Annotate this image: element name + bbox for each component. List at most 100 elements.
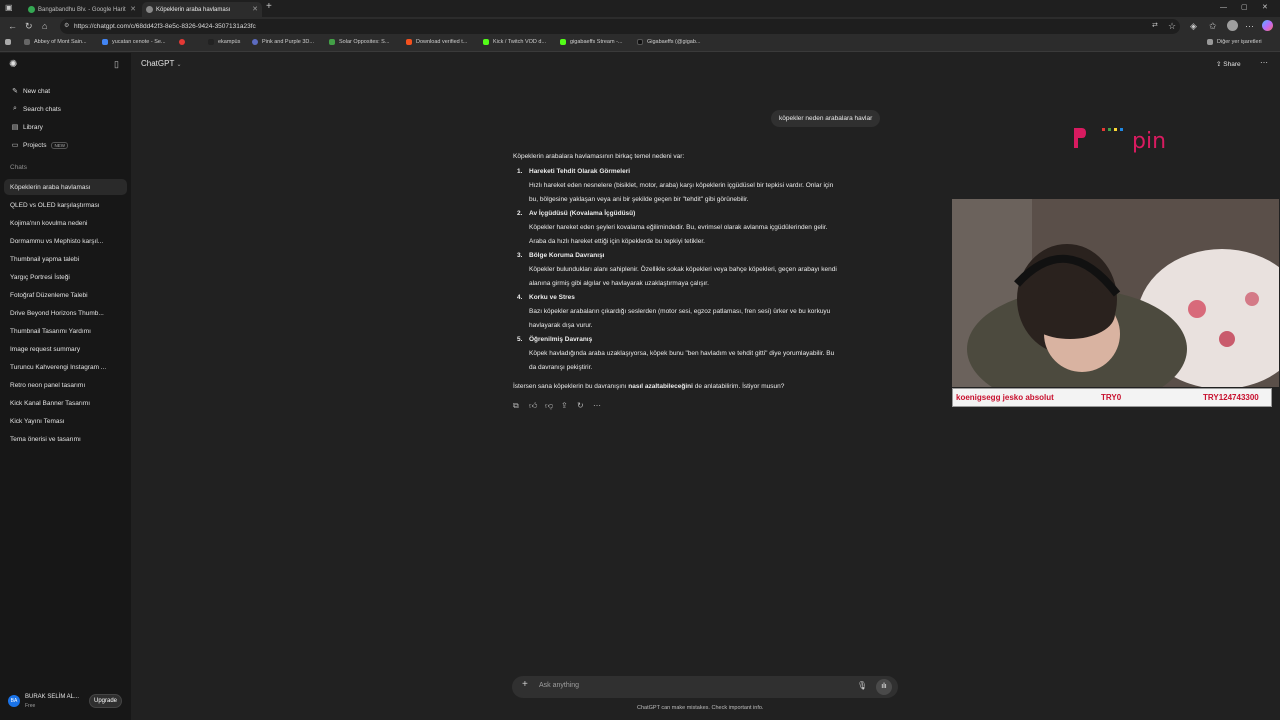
bookmark-item[interactable]: ekampüs [208,39,240,45]
favorites-icon[interactable]: ✩ [1209,20,1217,32]
user-avatar[interactable]: BA [8,695,20,707]
address-bar-row: ← ↻ ⌂ ⚙ https://chatgpt.com/c/68dd42f3-8… [0,17,1280,36]
list-number: 4. [517,294,523,301]
openai-logo-icon[interactable]: ✺ [9,59,17,70]
share-button[interactable]: ⇪ Share [1216,60,1241,68]
bookmark-red-icon[interactable] [179,39,189,45]
copy-icon[interactable]: ⧉ [513,401,519,411]
toggle-sidebar-icon[interactable]: ▯ [114,59,119,70]
point-title: Bölge Koruma Davranışı [529,252,605,259]
regenerate-icon[interactable]: ↻ [577,401,584,410]
library-label: Library [23,123,43,131]
user-message-bubble: köpekler neden arabalara havlar [771,110,881,127]
url-text: https://chatgpt.com/c/68dd42f3-8e5c-8326… [74,23,256,30]
ticker-item-total: TRY124743300 [1203,393,1259,402]
chat-history-item[interactable]: Retro neon panel tasarımı [4,377,127,393]
maximize-icon[interactable]: ▢ [1241,2,1248,14]
chat-history-item[interactable]: Thumbnail Tasarımı Yardımı [4,323,127,339]
disclaimer: ChatGPT can make mistakes. Check importa… [637,705,764,711]
home-icon[interactable]: ⌂ [42,20,47,32]
chat-history-item[interactable]: Fotoğraf Düzenleme Talebi [4,287,127,303]
bookmark-item[interactable]: gigabaeffs Stream -... [560,39,622,45]
chat-history-item[interactable]: Image request summary [4,341,127,357]
other-bookmarks[interactable]: Diğer yer işaretleri [1207,39,1262,45]
bookmarks-folder-icon[interactable] [5,39,15,45]
chat-history-item[interactable]: Kojima'nın kovulma nedeni [4,215,127,231]
share-response-icon[interactable]: ⇪ [561,401,568,410]
logo-text: pin [1132,129,1166,154]
thumbs-down-icon[interactable]: 👎︎ [545,401,553,411]
new-chat-label: New chat [23,87,51,95]
more-options-icon[interactable]: ⋯ [1260,58,1268,67]
tab-title: Köpeklerin araba havlaması [156,6,231,13]
chat-history-item[interactable]: Kick Kanal Banner Tasarımı [4,395,127,411]
search-chats-button[interactable]: ⌕ Search chats [4,101,127,117]
point-text: da davranışı pekiştirir. [529,364,593,371]
chat-history-item[interactable]: Dormammu vs Mephisto karşıl... [4,233,127,249]
close-icon[interactable]: ✕ [130,5,136,13]
close-icon[interactable]: ✕ [252,5,258,13]
library-button[interactable]: ▤ Library [4,119,127,135]
point-text: Köpekler hareket eden şeyleri kovalama e… [529,224,828,231]
more-actions-icon[interactable]: ⋯ [593,401,601,410]
thumbs-up-icon[interactable]: 👍︎ [529,401,537,411]
extensions-icon[interactable]: ◈ [1190,20,1197,32]
new-badge: NEW [51,141,68,149]
tab-title: Bangabandhu Blv. - Google Harit [38,6,126,13]
point-text: Köpek havladığında araba uzaklaşıyorsa, … [529,350,835,357]
closing-text: İstersen sana köpeklerin bu davranışını [513,383,629,390]
tab-actions-icon[interactable]: ▣ [5,2,13,14]
chevron-down-icon: ⌄ [176,62,182,68]
voice-mode-icon[interactable]: ılı [876,679,892,695]
chat-history-item[interactable]: Turuncu Kahverengi Instagram ... [4,359,127,375]
search-chats-label: Search chats [23,105,61,113]
projects-button[interactable]: ▭ Projects NEW [4,137,127,153]
profile-avatar-icon[interactable] [1227,20,1238,31]
browser-tab-active[interactable]: Köpeklerin araba havlaması ✕ [142,2,262,17]
library-icon: ▤ [11,124,19,131]
model-selector[interactable]: ChatGPT ⌄ [141,59,181,68]
chat-history-item[interactable]: QLED vs OLED karşılaştırması [4,197,127,213]
chat-history-item[interactable]: Köpeklerin araba havlaması [4,179,127,195]
bookmark-item[interactable]: yucatan cenote - Se... [102,39,166,45]
share-icon: ⇪ [1216,61,1222,68]
bookmark-item[interactable]: Kick / Twitch VOD d... [483,39,546,45]
upgrade-button[interactable]: Upgrade [89,694,122,708]
bookmark-item[interactable]: Gigabaeffs (@gigab... [637,39,701,45]
user-name[interactable]: BURAK SELİM AL... [25,694,79,700]
microphone-icon[interactable]: 🎙︎ [857,681,867,690]
url-field[interactable]: ⚙ https://chatgpt.com/c/68dd42f3-8e5c-83… [60,19,1180,34]
model-label: ChatGPT [141,59,175,68]
minimize-icon[interactable]: — [1220,2,1227,14]
point-title: Öğrenilmiş Davranış [529,336,593,343]
bookmark-item[interactable]: Download verified t... [406,39,467,45]
copilot-icon[interactable] [1262,20,1273,31]
close-window-icon[interactable]: ✕ [1262,2,1268,14]
point-title: Hareketi Tehdit Olarak Görmeleri [529,168,631,175]
chat-history-item[interactable]: Drive Beyond Horizons Thumb... [4,305,127,321]
browser-tab[interactable]: Bangabandhu Blv. - Google Harit ✕ [24,2,140,17]
composer-input[interactable]: Ask anything [539,682,579,689]
assistant-intro: Köpeklerin arabalara havlamasının birkaç… [513,153,685,160]
chat-history-item[interactable]: Yargıç Portresi İsteği [4,269,127,285]
bookmark-item[interactable]: Pink and Purple 3D... [252,39,314,45]
chat-history-item[interactable]: Tema önerisi ve tasarımı [4,431,127,447]
add-attachment-icon[interactable]: + [522,679,528,690]
bookmark-label: Abbey of Mont Sain... [34,39,87,45]
menu-dots-icon[interactable]: ⋯ [1245,20,1254,32]
stream-ticker: koenigsegg jesko absolut TRY0 TRY1247433… [952,388,1272,407]
bookmark-item[interactable]: Solar Opposites: S... [329,39,389,45]
webcam-feed [952,199,1279,387]
back-icon[interactable]: ← [8,20,17,32]
chat-history-item[interactable]: Thumbnail yapma talebi [4,251,127,267]
translate-icon[interactable]: ⇄ [1152,20,1158,32]
new-tab-icon[interactable]: + [266,1,272,13]
bookmark-item[interactable]: Abbey of Mont Sain... [24,39,87,45]
bookmark-star-icon[interactable]: ☆ [1168,20,1176,32]
chat-history-item[interactable]: Kick Yayını Teması [4,413,127,429]
site-info-icon[interactable]: ⚙ [64,19,69,34]
composer[interactable]: + Ask anything 🎙︎ ılı [512,676,898,698]
ticker-item-price: TRY0 [1101,393,1122,402]
new-chat-button[interactable]: ✎ New chat [4,83,127,99]
reload-icon[interactable]: ↻ [25,20,33,32]
